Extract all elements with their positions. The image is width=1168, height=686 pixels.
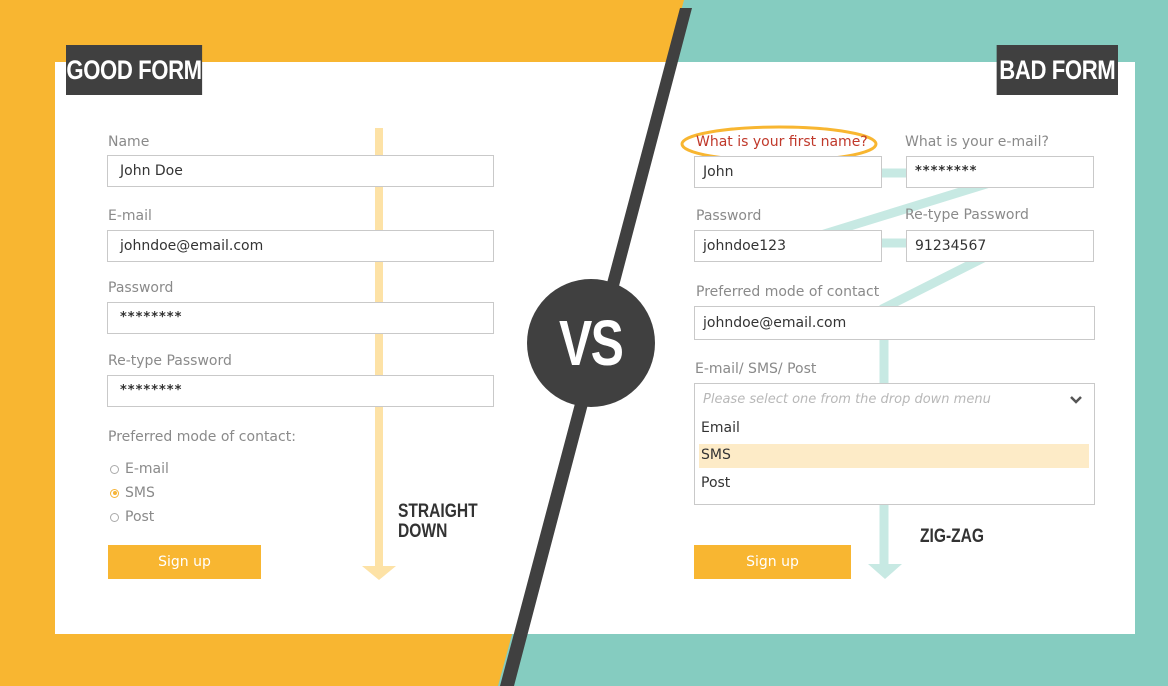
radio-post-label: Post <box>125 509 155 525</box>
bad-email-input[interactable]: ******** <box>906 156 1094 188</box>
good-form-title: GOOD FORM <box>66 45 203 95</box>
straight-down-line1: STRAIGHT <box>398 501 478 522</box>
bad-contact-input[interactable]: johndoe@email.com <box>694 306 1095 340</box>
good-password-input[interactable]: ******** <box>107 302 494 334</box>
straight-down-label: STRAIGHT DOWN <box>398 502 478 542</box>
bad-method-dropdown[interactable]: Please select one from the drop down men… <box>694 383 1095 505</box>
zig-zag-label: ZIG-ZAG <box>920 526 985 547</box>
bad-retype-password-input[interactable]: 91234567 <box>906 230 1094 262</box>
good-email-input[interactable]: johndoe@email.com <box>107 230 494 262</box>
radio-unchecked-icon <box>110 512 119 522</box>
good-name-label: Name <box>108 134 150 150</box>
good-signup-button[interactable]: Sign up <box>108 545 261 579</box>
good-email-label: E-mail <box>108 208 152 224</box>
vs-badge: VS <box>527 279 655 407</box>
bad-first-name-input[interactable]: John <box>694 156 882 188</box>
dropdown-option-sms-highlight[interactable]: SMS <box>699 444 1089 468</box>
radio-sms-label: SMS <box>125 485 155 501</box>
good-name-input[interactable]: John Doe <box>107 155 494 187</box>
bad-method-label: E-mail/ SMS/ Post <box>695 361 817 377</box>
good-radio-post[interactable]: Post <box>110 509 154 525</box>
dropdown-option-sms: SMS <box>701 447 731 463</box>
bad-first-name-label: What is your first name? <box>696 134 868 150</box>
radio-email-label: E-mail <box>125 461 169 477</box>
bad-contact-label: Preferred mode of contact <box>696 284 880 300</box>
chevron-down-icon[interactable] <box>1070 395 1082 404</box>
bad-password-input[interactable]: johndoe123 <box>694 230 882 262</box>
bad-password-label: Password <box>696 208 762 224</box>
vs-label: VS <box>559 307 624 379</box>
good-password-label: Password <box>108 280 174 296</box>
bad-email-label: What is your e-mail? <box>905 134 1049 150</box>
good-contact-label: Preferred mode of contact: <box>108 429 296 445</box>
good-radio-sms[interactable]: SMS <box>110 485 155 501</box>
dropdown-placeholder: Please select one from the drop down men… <box>703 392 991 407</box>
radio-checked-icon <box>110 488 119 498</box>
bad-retype-password-label: Re-type Password <box>905 207 1029 223</box>
dropdown-option-email[interactable]: Email <box>701 420 740 436</box>
straight-down-line2: DOWN <box>398 521 448 542</box>
bad-signup-button[interactable]: Sign up <box>694 545 851 579</box>
dropdown-option-post[interactable]: Post <box>701 475 730 491</box>
good-radio-email[interactable]: E-mail <box>110 461 169 477</box>
good-retype-password-input[interactable]: ******** <box>107 375 494 407</box>
radio-unchecked-icon <box>110 464 119 474</box>
straight-arrow-shaft <box>375 128 383 568</box>
bad-form-title: BAD FORM <box>996 45 1118 95</box>
good-retype-password-label: Re-type Password <box>108 353 232 369</box>
